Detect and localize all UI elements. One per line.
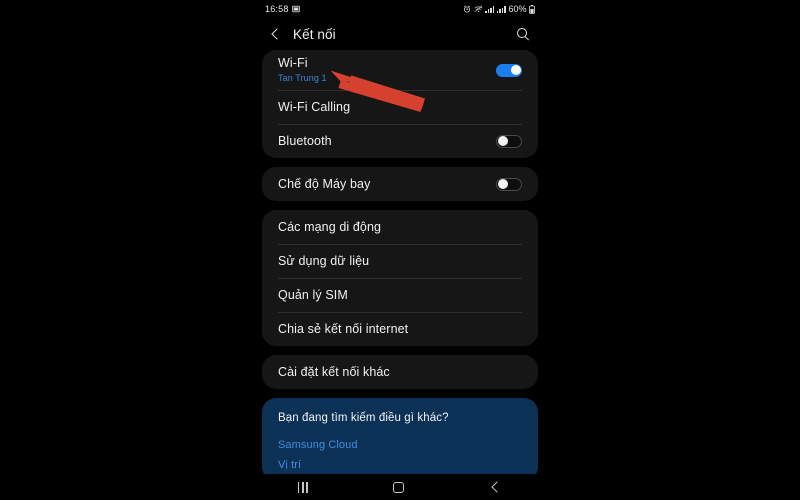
list-item-label: Wi-Fi: [278, 56, 308, 70]
list-item-label: Wi-Fi Calling: [278, 99, 351, 114]
promo-title: Bạn đang tìm kiếm điều gì khác?: [278, 412, 449, 424]
screenshot-icon: [291, 5, 300, 13]
screenshot-stage: 16:58 60% Kết nối Wi-Fi Tan Trung 1 Wi-F…: [0, 0, 800, 500]
airplane-mode-toggle[interactable]: [496, 177, 522, 191]
promo-link-location[interactable]: Vị trí: [278, 455, 522, 475]
list-item-airplane-mode[interactable]: Chế độ Máy bay: [262, 167, 538, 201]
status-bar-right: 60%: [463, 4, 535, 14]
list-item-mobile-networks[interactable]: Các mạng di động: [262, 210, 538, 244]
signal-bars-icon: [496, 5, 506, 13]
list-item-label: Chia sẻ kết nối internet: [278, 321, 409, 336]
promo-card: Bạn đang tìm kiếm điều gì khác? Samsung …: [262, 398, 538, 481]
phone-screen: 16:58 60% Kết nối Wi-Fi Tan Trung 1 Wi-F…: [255, 0, 545, 500]
list-item-data-usage[interactable]: Sử dụng dữ liệu: [262, 244, 538, 278]
section-airplane: Chế độ Máy bay: [262, 167, 538, 201]
wifi-muted-icon: [474, 5, 483, 13]
back-chevron-icon[interactable]: [269, 27, 283, 41]
battery-icon: [529, 4, 535, 14]
section-mobile: Các mạng di động Sử dụng dữ liệu Quản lý…: [262, 210, 538, 346]
list-item-label: Cài đặt kết nối khác: [278, 364, 390, 379]
recents-icon[interactable]: [297, 481, 308, 493]
status-bar-left: 16:58: [265, 4, 300, 14]
list-item-label: Các mạng di động: [278, 219, 382, 234]
wifi-toggle[interactable]: [496, 63, 522, 77]
alarm-icon: [464, 5, 471, 13]
list-item-label: Bluetooth: [278, 133, 332, 148]
list-item-label: Sử dụng dữ liệu: [278, 253, 370, 268]
settings-list: Wi-Fi Tan Trung 1 Wi-Fi Calling Bluetoot…: [255, 50, 545, 481]
list-item-sim-manager[interactable]: Quản lý SIM: [262, 278, 538, 312]
system-nav-bar: [255, 474, 545, 500]
status-bar: 16:58 60%: [255, 0, 545, 18]
list-item-wifi-calling[interactable]: Wi-Fi Calling: [262, 90, 538, 124]
list-item-label: Chế độ Máy bay: [278, 176, 371, 191]
bluetooth-toggle[interactable]: [496, 134, 522, 148]
list-item-label: Quản lý SIM: [278, 287, 348, 302]
search-icon[interactable]: [515, 26, 531, 42]
list-item-wifi[interactable]: Wi-Fi Tan Trung 1: [262, 50, 538, 90]
section-connectivity: Wi-Fi Tan Trung 1 Wi-Fi Calling Bluetoot…: [262, 50, 538, 158]
back-icon[interactable]: [490, 481, 502, 493]
list-item-bluetooth[interactable]: Bluetooth: [262, 124, 538, 158]
app-header: Kết nối: [255, 18, 545, 50]
battery-percent: 60%: [508, 4, 527, 14]
promo-link-samsung-cloud[interactable]: Samsung Cloud: [278, 435, 522, 455]
wifi-network-name: Tan Trung 1: [278, 73, 327, 83]
status-clock: 16:58: [265, 4, 289, 14]
signal-bars-icon: [485, 5, 495, 13]
list-item-more-connection-settings[interactable]: Cài đặt kết nối khác: [262, 355, 538, 389]
page-title: Kết nối: [293, 26, 336, 42]
home-icon[interactable]: [393, 481, 405, 493]
section-more-settings: Cài đặt kết nối khác: [262, 355, 538, 389]
list-item-internet-sharing[interactable]: Chia sẻ kết nối internet: [262, 312, 538, 346]
